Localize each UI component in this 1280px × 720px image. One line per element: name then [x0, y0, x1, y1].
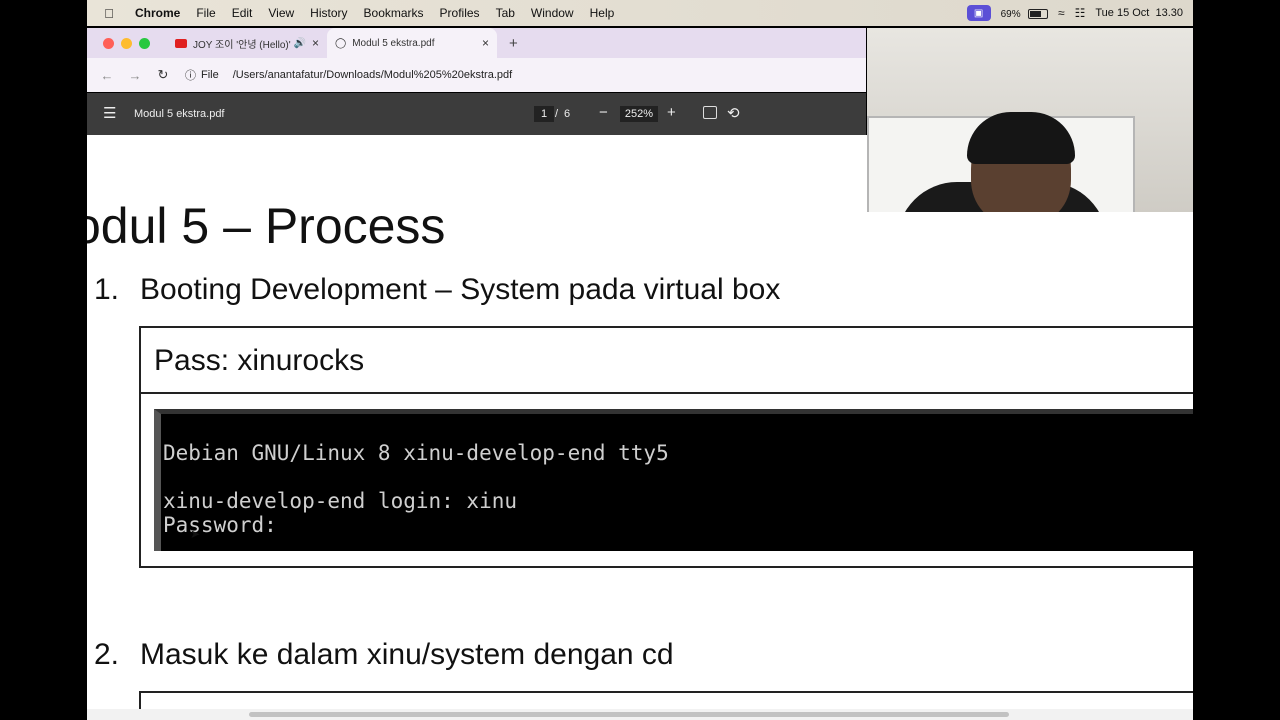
page-total: 6	[564, 108, 571, 120]
omnibox[interactable]: ⓘ File /Users/anantafatur/Downloads/Modu…	[185, 67, 512, 83]
tab-pdf[interactable]: ◯ Modul 5 ekstra.pdf ×	[327, 28, 497, 58]
battery-percent: 69%	[1000, 9, 1021, 20]
tab-youtube[interactable]: JOY 조이 '안녕 (Hello)' MV 🔊 ×	[167, 28, 327, 58]
menu-bookmarks[interactable]: Bookmarks	[364, 6, 424, 20]
mac-menu-bar:  Chrome File Edit View History Bookmark…	[87, 0, 1193, 26]
step-2: 2. Masuk ke dalam xinu/system dengan cd	[94, 638, 674, 672]
page-heading: odul 5 – Process	[87, 198, 446, 254]
menu-chrome[interactable]: Chrome	[135, 6, 180, 20]
terminal-line: Password:	[163, 513, 277, 537]
zoom-window-button[interactable]	[139, 37, 150, 49]
close-window-button[interactable]	[103, 37, 114, 49]
forward-icon[interactable]: →	[127, 68, 143, 83]
pdf-toolbar: ☰ Modul 5 ekstra.pdf 1 / 6 − 252% + ⟲	[87, 93, 866, 135]
horizontal-scrollbar[interactable]	[87, 709, 1193, 720]
youtube-icon	[175, 38, 187, 48]
address-bar: ← → ↻ ⓘ File /Users/anantafatur/Download…	[87, 58, 866, 92]
globe-icon: ◯	[335, 37, 347, 49]
table-box-2	[139, 691, 1193, 709]
step-number: 1.	[94, 273, 120, 306]
wifi-icon[interactable]: ≈	[1058, 6, 1065, 20]
info-icon[interactable]: ⓘ	[185, 67, 196, 83]
fit-page-icon[interactable]	[703, 106, 717, 119]
menu-history[interactable]: History	[310, 6, 347, 20]
file-chip[interactable]: File	[201, 69, 219, 81]
apple-icon[interactable]: 	[101, 6, 117, 21]
menu-tab[interactable]: Tab	[496, 6, 515, 20]
new-tab-button[interactable]: +	[509, 35, 518, 52]
battery-icon	[1027, 8, 1048, 19]
terminal-line: Debian GNU/Linux 8 xinu-develop-end tty5	[163, 441, 669, 465]
minimize-window-button[interactable]	[121, 37, 132, 49]
webcam-overlay	[867, 28, 1193, 212]
scrollbar-thumb[interactable]	[249, 712, 1009, 717]
reload-icon[interactable]: ↻	[155, 67, 171, 83]
page-number-input[interactable]: 1	[534, 106, 554, 122]
menu-file[interactable]: File	[196, 6, 215, 20]
screen-share-icon[interactable]: ▣	[966, 5, 991, 21]
pdf-page: odul 5 – Process 1. Booting Development –…	[87, 135, 1193, 709]
rotate-icon[interactable]: ⟲	[727, 104, 740, 122]
menu-window[interactable]: Window	[531, 6, 574, 20]
window-controls	[103, 37, 157, 49]
zoom-level-input[interactable]: 252%	[620, 106, 658, 122]
menu-profiles[interactable]: Profiles	[440, 6, 480, 20]
close-tab-icon[interactable]: ×	[482, 36, 489, 50]
status-area: ▣ 69% ≈ ☷ Tue 15 Oct 13.30	[957, 5, 1193, 21]
tab-strip: JOY 조이 '안녕 (Hello)' MV 🔊 × ◯ Modul 5 eks…	[87, 28, 866, 58]
step-1: 1. Booting Development – System pada virt…	[94, 273, 780, 307]
mouse-cursor-icon: ➤	[190, 527, 201, 541]
menu-icon[interactable]: ☰	[103, 106, 116, 121]
url-text[interactable]: /Users/anantafatur/Downloads/Modul%205%2…	[233, 69, 512, 81]
zoom-out-icon[interactable]: −	[599, 104, 608, 121]
menu-edit[interactable]: Edit	[232, 6, 253, 20]
pass-text: Pass: xinurocks	[154, 344, 365, 377]
zoom-in-icon[interactable]: +	[667, 104, 676, 121]
tab-label: JOY 조이 '안녕 (Hello)' MV	[193, 39, 294, 51]
menu-help[interactable]: Help	[590, 6, 615, 20]
clock[interactable]: Tue 15 Oct 13.30	[1095, 7, 1183, 19]
step-text: Masuk ke dalam xinu/system dengan cd	[140, 638, 674, 671]
close-tab-icon[interactable]: ×	[312, 36, 319, 50]
terminal-line: xinu-develop-end login: xinu	[163, 489, 518, 513]
control-center-icon[interactable]: ☷	[1075, 6, 1086, 20]
speaker-icon[interactable]: 🔊	[294, 38, 306, 49]
step-text: Booting Development – System pada virtua…	[140, 273, 781, 306]
divider	[141, 392, 1193, 394]
tab-label: Modul 5 ekstra.pdf	[352, 37, 435, 49]
battery-status[interactable]: 69%	[1001, 6, 1048, 20]
page-separator: /	[555, 108, 559, 120]
terminal-screenshot: Debian GNU/Linux 8 xinu-develop-end tty5…	[154, 409, 1193, 551]
table-box: Pass: xinurocks Debian GNU/Linux 8 xinu-…	[139, 326, 1193, 568]
battery-fill	[1029, 10, 1042, 17]
menu-view[interactable]: View	[268, 6, 294, 20]
back-icon[interactable]: ←	[99, 68, 115, 83]
step-number: 2.	[94, 638, 120, 671]
pdf-title: Modul 5 ekstra.pdf	[134, 108, 225, 120]
